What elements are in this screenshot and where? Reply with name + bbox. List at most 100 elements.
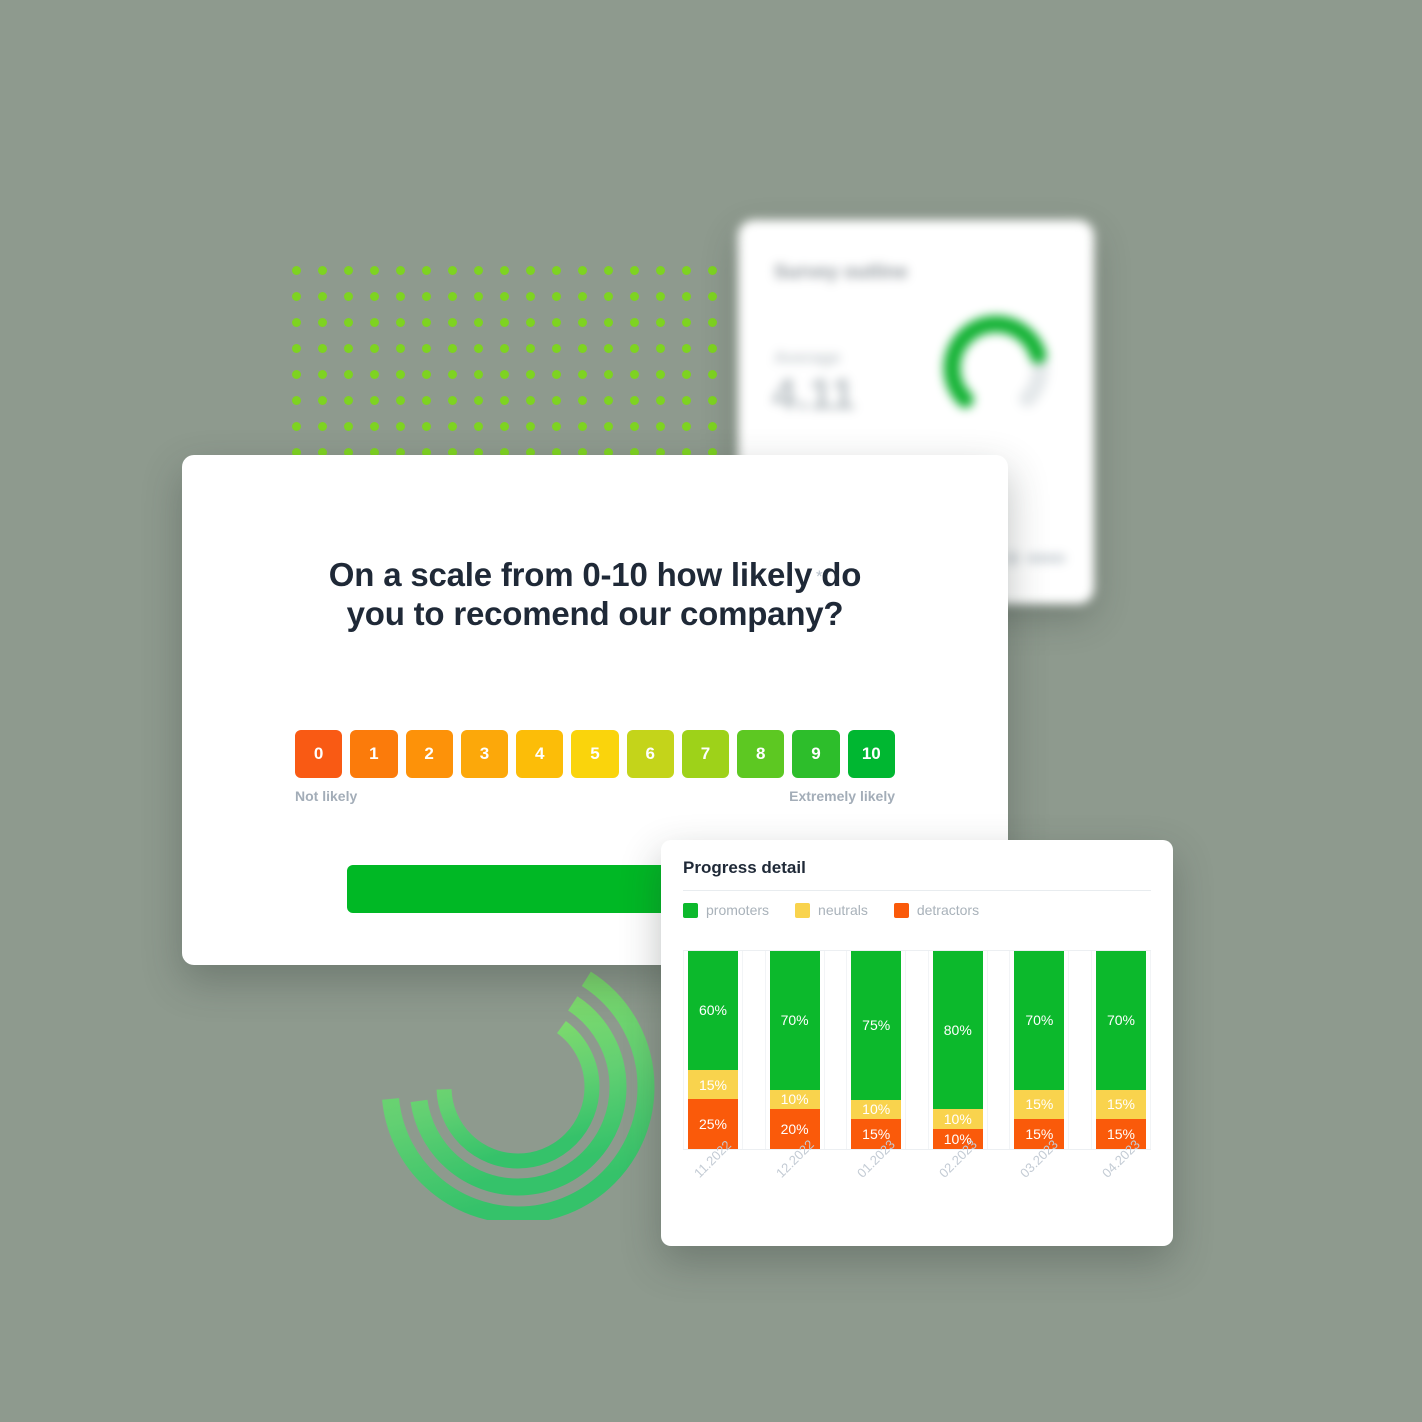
grid-dot (396, 344, 405, 353)
scale-low-label: Not likely (295, 788, 358, 804)
bar-segment-promoters: 70% (1014, 951, 1065, 1090)
grid-dot (578, 344, 587, 353)
grid-dot (448, 396, 457, 405)
grid-dot (318, 396, 327, 405)
rating-button-3[interactable]: 3 (460, 730, 509, 778)
grid-dot (422, 344, 431, 353)
back-card-subtitle: Average (774, 348, 841, 367)
grid-dot (552, 396, 561, 405)
grid-dot (318, 422, 327, 431)
grid-dot (630, 396, 639, 405)
grid-dot (474, 396, 483, 405)
rating-button-0[interactable]: 0 (295, 730, 343, 778)
grid-dot (708, 344, 717, 353)
grid-dot (448, 422, 457, 431)
grid-dot (448, 292, 457, 301)
grid-dot (552, 318, 561, 327)
grid-dot (708, 396, 717, 405)
legend-label: detractors (916, 902, 980, 918)
bar-stack: 70% 15% 15% (1095, 951, 1146, 1149)
grid-dot (318, 266, 327, 275)
bar-stack: 80% 10% 10% (932, 951, 983, 1149)
grid-dot (578, 292, 587, 301)
grid-dot (396, 370, 405, 379)
grid-dot (344, 318, 353, 327)
bar-segment-neutrals: 10% (851, 1099, 902, 1120)
grid-dot (448, 266, 457, 275)
grid-dot (370, 292, 379, 301)
bar-column: 70% 15% 15% (1090, 951, 1151, 1149)
grid-dot (526, 292, 535, 301)
grid-dot (656, 396, 665, 405)
grid-dot (656, 266, 665, 275)
bar-stack: 70% 10% 20% (769, 951, 820, 1149)
grid-dot (630, 318, 639, 327)
grid-dot (474, 318, 483, 327)
rating-button-4[interactable]: 4 (516, 730, 564, 778)
grid-dot (682, 292, 691, 301)
bar-segment-promoters: 80% (932, 951, 983, 1110)
grid-dot (370, 370, 379, 379)
rating-button-8[interactable]: 8 (737, 730, 785, 778)
bar-segment-promoters: 70% (769, 951, 820, 1090)
grid-dot (656, 292, 665, 301)
grid-dot (422, 292, 431, 301)
grid-dot (682, 396, 691, 405)
rating-button-9[interactable]: 9 (792, 730, 840, 778)
grid-dot (604, 344, 613, 353)
legend-swatch-promoters (683, 902, 698, 918)
grid-dot (474, 344, 483, 353)
x-axis-tick: 11.2022 (683, 1137, 743, 1226)
bar-segment-promoters: 70% (1095, 951, 1146, 1090)
grid-dot (422, 422, 431, 431)
bar-segment-promoters: 60% (688, 951, 738, 1070)
rating-button-10[interactable]: 10 (847, 730, 895, 778)
grid-dot (656, 370, 665, 379)
legend-item-neutrals: neutrals (795, 902, 868, 918)
rating-button-5[interactable]: 5 (571, 730, 619, 778)
bar-column: 75% 10% 15% (846, 951, 907, 1149)
grid-dot (292, 292, 301, 301)
legend-swatch-neutrals (795, 902, 811, 918)
legend-swatch-detractors (893, 902, 909, 918)
legend-item-detractors: detractors (893, 902, 980, 918)
grid-dot (500, 266, 509, 275)
grid-dot (604, 266, 613, 275)
grid-dot (552, 344, 561, 353)
rating-button-2[interactable]: 2 (405, 730, 453, 778)
grid-dot (604, 422, 613, 431)
back-card-title: Survey outline (774, 262, 908, 283)
grid-dot (396, 292, 405, 301)
back-card-score: 4.11 (772, 370, 856, 419)
grid-dot (708, 318, 717, 327)
grid-dot (656, 318, 665, 327)
nps-rating-scale[interactable]: 0 1 2 3 4 5 6 7 8 9 10 (295, 730, 895, 778)
rating-button-7[interactable]: 7 (681, 730, 730, 778)
rating-button-1[interactable]: 1 (350, 730, 398, 778)
grid-dot (318, 318, 327, 327)
chart-legend: promoters neutrals detractors (683, 902, 979, 918)
grid-dot (422, 318, 431, 327)
grid-dot (292, 396, 301, 405)
grid-dot (448, 344, 457, 353)
grid-dot (604, 396, 613, 405)
grid-dot (500, 396, 509, 405)
grid-dot (682, 370, 691, 379)
grid-dot (578, 422, 587, 431)
grid-dot (656, 422, 665, 431)
chart-x-axis: 11.2022 12.2022 01.2023 02.2023 03.2023 04.20… (683, 1137, 1151, 1226)
scene: Survey outline Average 4.11 On a scale f… (0, 0, 1422, 1422)
bar-segment-neutrals: 15% (688, 1069, 738, 1100)
divider (683, 890, 1151, 891)
grid-dot (708, 292, 717, 301)
grid-dot (474, 422, 483, 431)
gauge-icon (934, 306, 1058, 435)
rating-button-6[interactable]: 6 (626, 730, 674, 778)
grid-dot (474, 266, 483, 275)
grid-dot (578, 396, 587, 405)
bar-column: 70% 10% 20% (764, 951, 825, 1149)
grid-dot (578, 266, 587, 275)
bar-column: 60% 15% 25% (683, 951, 743, 1149)
grid-dot (370, 266, 379, 275)
scale-high-label: Extremely likely (789, 788, 895, 804)
